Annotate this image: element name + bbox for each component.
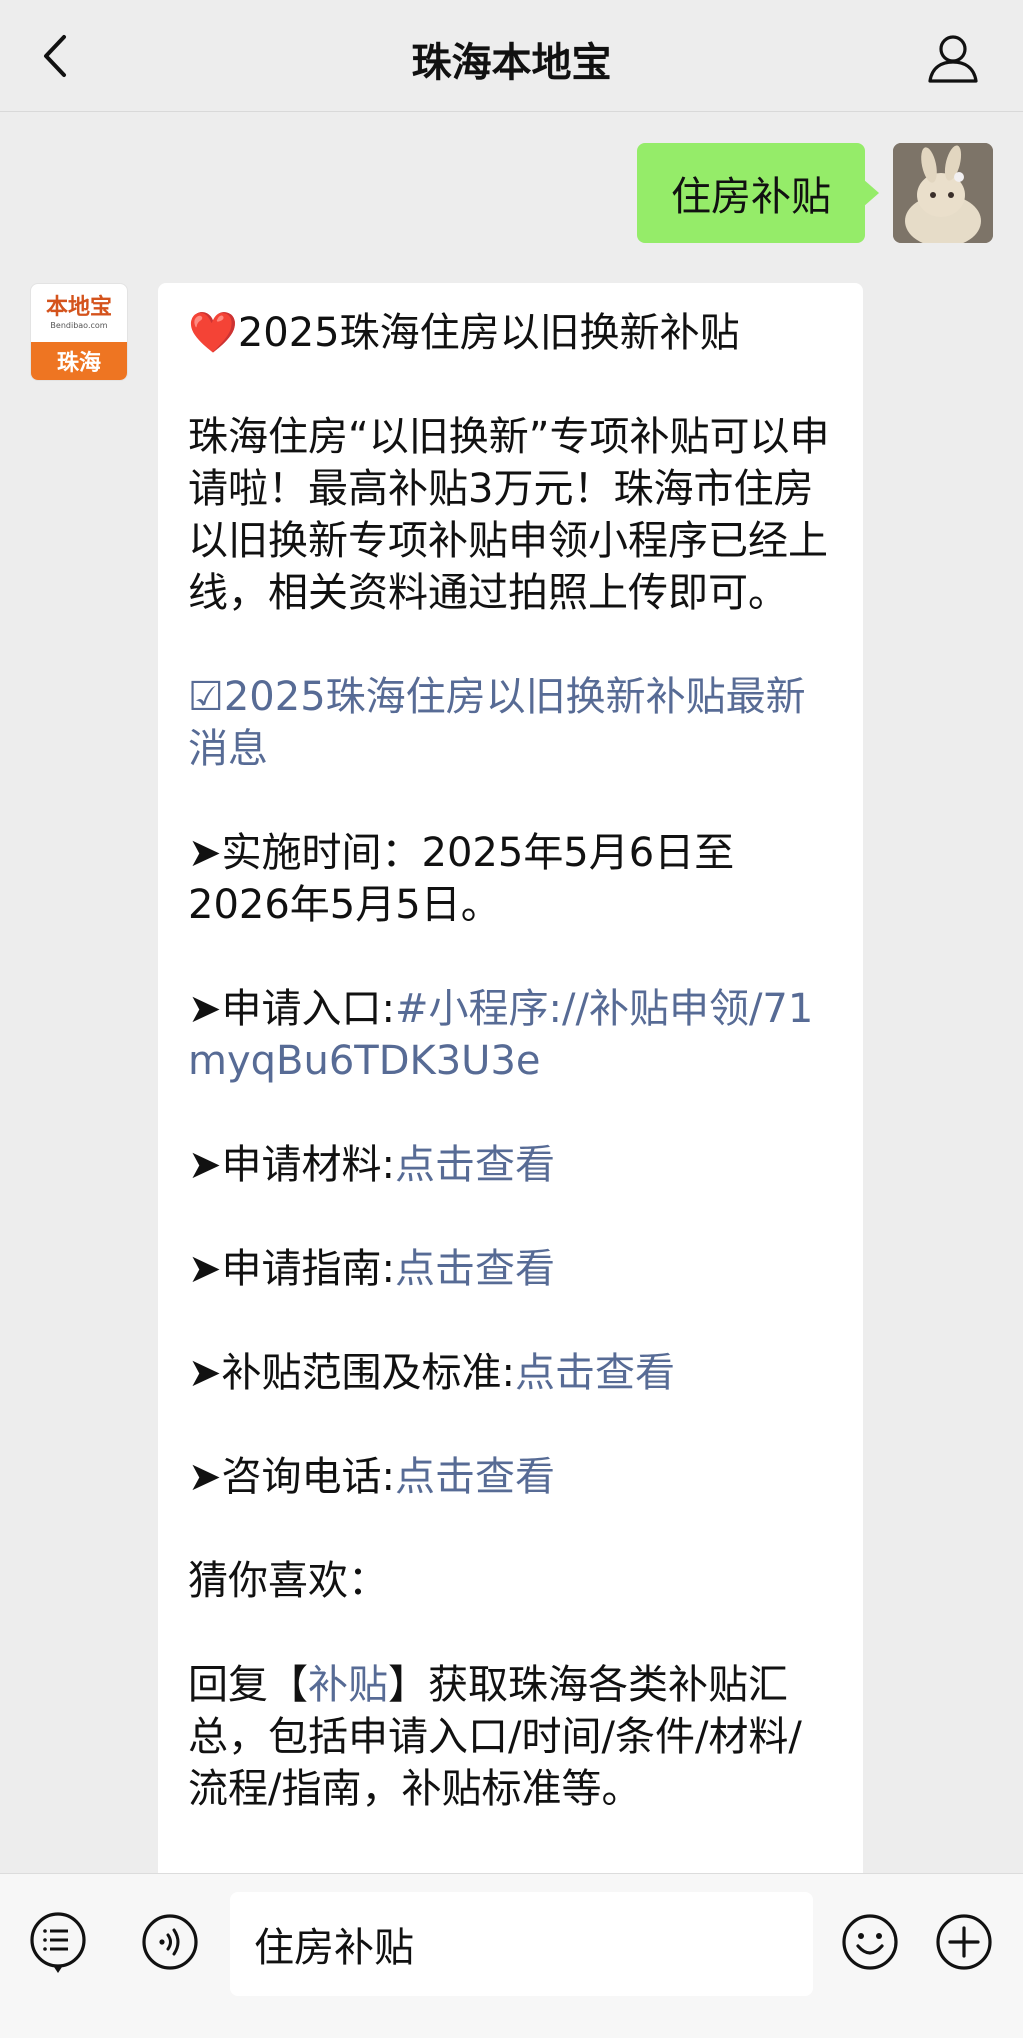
avatar-domain-text: Bendibao.com: [50, 321, 108, 330]
entry-label: ➤申请入口:: [188, 986, 395, 1032]
materials-line: ➤申请材料:点击查看: [188, 1139, 835, 1191]
heart-icon: ❤️: [188, 310, 238, 356]
avatar-logo-area: 本地宝 Bendibao.com: [31, 284, 127, 342]
avatar-brand-text: 本地宝: [45, 294, 112, 320]
reply-prefix: 回复【: [188, 1662, 308, 1708]
guide-link[interactable]: 点击查看: [395, 1246, 555, 1292]
reply-keyword-line: 回复【补贴】获取珠海各类补贴汇总，包括申请入口/时间/条件/材料/流程/指南，补…: [188, 1659, 835, 1815]
scope-label: ➤补贴范围及标准:: [188, 1350, 515, 1396]
guide-label: ➤申请指南:: [188, 1246, 395, 1292]
emoji-icon: [842, 1914, 898, 1970]
bot-message-bubble: ❤️2025珠海住房以旧换新补贴 珠海住房“以旧换新”专项补贴可以申请啦！最高补…: [158, 283, 863, 1883]
avatar-city-text: 珠海: [31, 342, 127, 380]
scope-link[interactable]: 点击查看: [515, 1350, 675, 1396]
more-button[interactable]: [932, 1910, 996, 1974]
entry-line: ➤申请入口:#小程序://补贴申领/71myqBu6TDK3U3e: [188, 983, 835, 1087]
materials-link[interactable]: 点击查看: [395, 1142, 555, 1188]
input-bar: 住房补贴: [0, 1873, 1023, 2038]
materials-label: ➤申请材料:: [188, 1142, 395, 1188]
reply-title-line: ❤️2025珠海住房以旧换新补贴: [188, 307, 835, 359]
news-link[interactable]: ☑2025珠海住房以旧换新补贴最新消息: [188, 671, 835, 775]
user-message-bubble[interactable]: 住房补贴: [637, 143, 879, 243]
user-message-row: 住房补贴: [637, 143, 993, 243]
plus-icon: [936, 1914, 992, 1970]
rabbit-avatar-image: [893, 143, 993, 243]
time-label: ➤实施时间：: [188, 830, 422, 876]
guide-line: ➤申请指南:点击查看: [188, 1243, 835, 1295]
reply-keyword-link[interactable]: 补贴: [308, 1662, 388, 1708]
chat-header: 珠海本地宝: [0, 0, 1023, 112]
time-line: ➤实施时间：2025年5月6日至2026年5月5日。: [188, 827, 835, 931]
voice-icon: [142, 1914, 198, 1970]
reply-title: 2025珠海住房以旧换新补贴: [237, 310, 740, 356]
guess-heading: 猜你喜欢：: [188, 1558, 388, 1604]
emoji-button[interactable]: [838, 1910, 902, 1974]
chat-title: 珠海本地宝: [411, 40, 612, 86]
phone-line: ➤咨询电话:点击查看: [188, 1451, 835, 1503]
message-input[interactable]: 住房补贴: [230, 1892, 813, 1996]
menu-list-icon: [30, 1912, 86, 1973]
user-avatar[interactable]: [893, 143, 993, 243]
phone-link[interactable]: 点击查看: [395, 1454, 555, 1500]
person-icon: [928, 35, 978, 83]
menu-button[interactable]: [26, 1910, 90, 1974]
bot-message-row: 本地宝 Bendibao.com 珠海 ❤️2025珠海住房以旧换新补贴 珠海住…: [30, 283, 863, 1883]
reply-intro: 珠海住房“以旧换新”专项补贴可以申请啦！最高补贴3万元！珠海市住房以旧换新专项补…: [188, 414, 830, 616]
phone-label: ➤咨询电话:: [188, 1454, 395, 1500]
bendibao-avatar[interactable]: 本地宝 Bendibao.com 珠海: [30, 283, 128, 381]
profile-button[interactable]: [923, 28, 983, 88]
voice-button[interactable]: [138, 1910, 202, 1974]
scope-line: ➤补贴范围及标准:点击查看: [188, 1347, 835, 1399]
